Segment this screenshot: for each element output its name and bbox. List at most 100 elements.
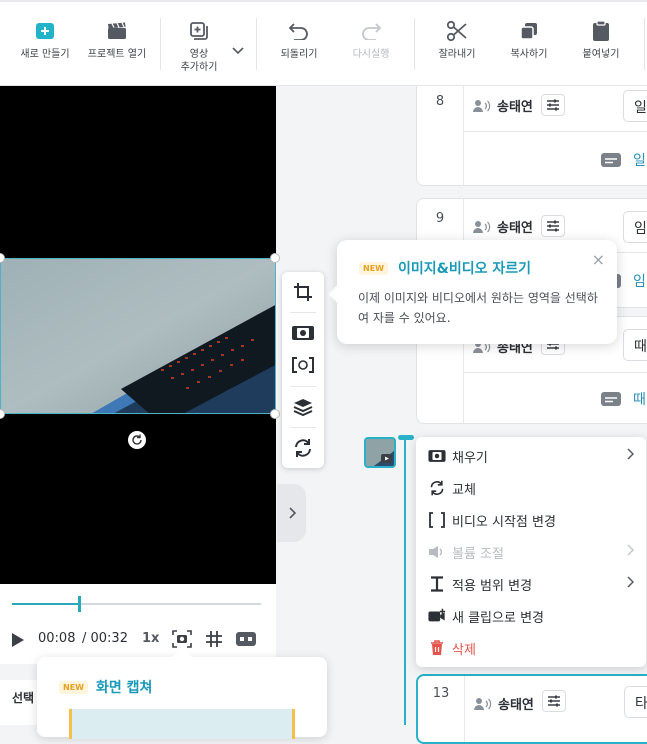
capture-tip-header: NEW 화면 캡쳐 [59, 677, 152, 697]
redo-button[interactable]: 다시실행 [331, 20, 411, 61]
menu-item-label: 교체 [452, 482, 476, 498]
subtitle-text: 일 [633, 153, 646, 169]
sliders-icon [548, 695, 560, 707]
play-icon[interactable] [11, 632, 25, 652]
speaker[interactable]: 송태연 [473, 217, 533, 236]
add-video-label-line1: 영상 [189, 49, 209, 60]
rotate-icon [132, 434, 142, 445]
script-text-input[interactable]: 타 [624, 686, 647, 718]
sliders-icon [547, 220, 559, 232]
rotate-handle[interactable] [128, 431, 146, 449]
toolbar-divider [256, 18, 257, 70]
fill-mode-button[interactable] [282, 316, 324, 350]
range-icon [428, 575, 446, 593]
speaker[interactable]: 송태연 [474, 694, 534, 713]
copy-button[interactable]: 복사하기 [489, 20, 569, 61]
undo-icon [288, 20, 310, 42]
script-card[interactable]: 8 송태연 일 일 [416, 86, 647, 186]
clip-tool-strip [282, 272, 324, 468]
menu-item-label: 삭제 [452, 642, 476, 658]
scene-number: 8 [435, 94, 445, 109]
voice-settings-button[interactable] [541, 94, 565, 116]
new-project-button[interactable]: 새로 만들기 [5, 20, 85, 61]
chevron-right-icon [627, 448, 634, 460]
timeline-scrubber[interactable] [12, 596, 261, 612]
script-text-input[interactable]: 때 [623, 329, 647, 361]
resize-handle-bottom-right[interactable] [270, 409, 280, 419]
subtitle-icon [601, 153, 621, 167]
card-divider [463, 86, 464, 185]
copy-label: 복사하기 [510, 49, 548, 60]
toolbar-divider [414, 18, 415, 70]
script-text-input[interactable]: 일 [623, 90, 647, 122]
clip-range-line [404, 437, 406, 725]
menu-item-new-clip[interactable]: 새 클립으로 변경 [428, 602, 638, 630]
speed-button[interactable]: 1x [142, 631, 159, 646]
toolbar: 새로 만들기 프로젝트 열기 영상 추가하기 되돌리기 다시실행 잘라내기 복사… [0, 0, 647, 86]
speaker[interactable]: 송태연 [473, 96, 533, 115]
subtitle-toggle-icon[interactable] [235, 631, 257, 651]
menu-item-replace[interactable]: 교체 [428, 474, 638, 502]
scrubber-knob[interactable] [77, 596, 81, 612]
crop-tip-description: 이제 이미지와 비디오에서 원하는 영역을 선택하여 자를 수 있어요. [358, 291, 598, 325]
new-project-label: 새로 만들기 [20, 49, 70, 60]
grid-icon[interactable] [205, 630, 223, 652]
close-icon[interactable]: × [592, 250, 605, 269]
add-video-label: 영상추가하기 [181, 48, 218, 74]
screen-capture-tooltip: NEW 화면 캡쳐 [37, 647, 327, 739]
scrubber-progress [12, 603, 80, 605]
volume-icon [428, 543, 446, 561]
fill-frame-icon [292, 326, 314, 340]
voice-settings-button[interactable] [542, 690, 566, 712]
replace-button[interactable] [282, 430, 324, 466]
menu-item-range[interactable]: 적용 범위 변경 [428, 570, 638, 598]
script-card[interactable]: 13 송태연 타 [416, 674, 647, 744]
paste-button[interactable]: 붙여넣기 [561, 20, 641, 61]
tool-divider [290, 386, 316, 387]
subtitle-row[interactable]: 때 [601, 389, 646, 409]
tool-divider [290, 427, 316, 428]
open-project-button[interactable]: 프로젝트 열기 [77, 20, 157, 61]
clip-range-handle[interactable] [398, 435, 414, 440]
add-video-button[interactable]: 영상추가하기 [159, 20, 239, 74]
subtitle-row[interactable]: 일 [601, 150, 646, 170]
media-clip-thumbnail[interactable] [364, 437, 396, 468]
crop-button[interactable] [282, 274, 324, 310]
subtitle-icon [601, 392, 621, 406]
crop-icon [294, 283, 312, 301]
card-divider [463, 131, 647, 132]
card-divider [464, 676, 465, 742]
selection-label: 선택 [0, 680, 40, 725]
menu-item-video-start[interactable]: 비디오 시작점 변경 [428, 506, 638, 534]
selected-clip-image[interactable] [0, 258, 276, 414]
card-divider [463, 372, 647, 373]
speaker-name: 송태연 [497, 221, 533, 236]
resize-handle-bottom-left[interactable] [0, 409, 5, 419]
menu-item-fill[interactable]: 채우기 [428, 442, 638, 470]
menu-item-delete[interactable]: 삭제 [428, 634, 638, 662]
video-preview[interactable] [0, 86, 280, 584]
cut-label: 잘라내기 [438, 49, 476, 60]
panel-expand-tab[interactable] [277, 484, 306, 542]
add-video-label-line2: 추가하기 [180, 62, 218, 73]
resize-handle-top-right[interactable] [270, 253, 280, 263]
undo-button[interactable]: 되돌리기 [259, 20, 339, 61]
fit-mode-button[interactable] [282, 348, 324, 382]
layer-button[interactable] [282, 389, 324, 425]
cut-button[interactable]: 잘라내기 [417, 20, 497, 61]
script-text-input[interactable]: 임 [623, 211, 647, 243]
crop-feature-tooltip: NEW 이미지&비디오 자르기 이제 이미지와 비디오에서 원하는 영역을 선택… [328, 240, 617, 344]
menu-item-volume[interactable]: 볼륨 조절 [428, 538, 638, 566]
total-time: / 00:32 [82, 631, 128, 646]
clapperboard-icon [107, 20, 127, 42]
voice-settings-button[interactable] [541, 215, 565, 237]
undo-label: 되돌리기 [280, 49, 318, 60]
refresh-icon [295, 439, 311, 457]
redo-icon [360, 20, 382, 42]
copy-icon [519, 20, 539, 42]
menu-item-label: 볼륨 조절 [452, 546, 504, 562]
menu-item-label: 채우기 [452, 450, 488, 466]
add-video-dropdown-icon[interactable] [232, 40, 244, 59]
menu-item-label: 비디오 시작점 변경 [452, 514, 556, 530]
menu-item-label: 새 클립으로 변경 [452, 610, 544, 626]
